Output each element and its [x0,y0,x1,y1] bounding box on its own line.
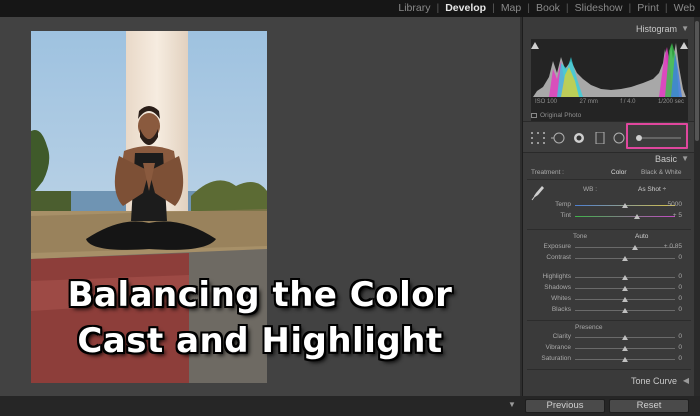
whites-value[interactable]: 0 [678,295,682,302]
whites-slider-handle[interactable] [622,297,628,302]
exposure-label: Exposure [543,243,571,250]
saturation-value[interactable]: 0 [678,355,682,362]
original-photo-toggle[interactable]: Original Photo [531,112,581,119]
wb-preset-select[interactable]: As Shot ÷ [638,186,666,193]
module-picker: Library | Develop | Map | Book | Slideshow | … [397,2,696,14]
shadows-slider-handle[interactable] [622,286,628,291]
tint-slider-track[interactable] [575,216,675,217]
module-develop[interactable]: Develop [444,2,487,14]
tint-value[interactable]: + 5 [673,212,682,219]
module-map[interactable]: Map [500,2,522,14]
exposure-slider-handle[interactable] [632,245,638,250]
auto-tone-button[interactable]: Auto [635,233,648,240]
treatment-label: Treatment : [531,169,564,176]
clarity-value[interactable]: 0 [678,333,682,340]
module-print[interactable]: Print [636,2,660,14]
histogram-header[interactable]: Histogram ▼ [523,21,695,37]
basic-title: Basic [654,154,677,164]
blacks-slider-handle[interactable] [622,308,628,313]
presence-label: Presence [575,324,603,331]
section-divider [527,369,691,370]
histogram-graph [531,42,688,97]
tint-label: Tint [560,212,571,219]
filmstrip-toggle-icon[interactable]: ▼ [508,400,516,409]
vibrance-value[interactable]: 0 [678,344,682,351]
module-book[interactable]: Book [535,2,561,14]
shadows-label: Shadows [544,284,571,291]
collapse-triangle-icon[interactable]: ▼ [681,24,689,33]
overlay-title: Balancing the Color Cast and Highlight [20,272,500,364]
highlights-slider-handle[interactable] [622,275,628,280]
exif-focal: 27 mm [579,99,598,105]
white-balance-eyedropper-icon[interactable] [531,185,545,201]
overlay-title-line1: Balancing the Color [67,275,453,315]
radial-filter-icon[interactable] [613,132,625,144]
highlights-label: Highlights [542,273,571,280]
original-photo-label: Original Photo [540,112,582,119]
exif-iso: ISO 100 [535,99,558,105]
overlay-title-line2: Cast and Highlight [77,321,443,361]
bottom-toolbar: ▼ Previous Reset [0,396,700,416]
vibrance-label: Vibrance [545,344,571,351]
module-slideshow[interactable]: Slideshow [574,2,624,14]
blacks-value[interactable]: 0 [678,306,682,313]
original-photo-checkbox[interactable] [531,113,537,118]
clarity-label: Clarity [552,333,571,340]
treatment-bw-option[interactable]: Black & White [641,169,681,176]
red-eye-icon[interactable] [573,132,585,144]
section-divider [527,229,691,230]
contrast-value[interactable]: 0 [678,254,682,261]
exposure-slider-track[interactable] [575,247,675,248]
module-library[interactable]: Library [397,2,431,14]
tone-curve-title: Tone Curve [630,376,677,386]
develop-right-panel: Histogram ▼ ISO 100 27 mm f / 4.0 1/200 … [522,17,695,396]
previous-button[interactable]: Previous [525,399,605,413]
contrast-label: Contrast [546,254,571,261]
module-picker-bar: Library | Develop | Map | Book | Slideshow | … [0,0,700,17]
exif-shutter: 1/200 sec [657,99,684,105]
highlights-value[interactable]: 0 [678,273,682,280]
whites-label: Whites [551,295,571,302]
exposure-value[interactable]: + 0.85 [664,243,682,250]
histogram [531,39,688,121]
scrollbar-thumb[interactable] [695,21,699,141]
contrast-slider-handle[interactable] [622,256,628,261]
clarity-slider-handle[interactable] [622,335,628,340]
reset-button[interactable]: Reset [609,399,689,413]
saturation-label: Saturation [541,355,571,362]
temp-label: Temp [555,201,571,208]
temp-value[interactable]: 5000 [668,201,682,208]
treatment-color-option[interactable]: Color [611,169,627,176]
collapse-triangle-icon[interactable]: ◀ [683,376,689,385]
exif-info: ISO 100 27 mm f / 4.0 1/200 sec [531,99,688,105]
module-web[interactable]: Web [673,2,696,14]
basic-header[interactable]: Basic ▼ [523,151,695,167]
vibrance-slider-handle[interactable] [622,346,628,351]
saturation-slider-handle[interactable] [622,357,628,362]
section-divider [527,179,691,180]
histogram-title: Histogram [635,24,677,34]
crop-overlay-icon[interactable] [531,132,545,144]
tone-curve-header[interactable]: Tone Curve ◀ [523,373,695,389]
section-divider [527,320,691,321]
panel-scrollbar[interactable] [694,17,700,396]
graduated-filter-icon[interactable] [595,132,605,144]
wb-label: WB : [583,186,598,193]
tint-slider-handle[interactable] [634,214,640,219]
shadows-value[interactable]: 0 [678,284,682,291]
blacks-label: Blacks [551,306,571,313]
tone-label: Tone [573,233,588,240]
collapse-triangle-icon[interactable]: ▼ [681,154,689,163]
temp-slider-handle[interactable] [622,203,628,208]
exif-aperture: f / 4.0 [620,99,636,105]
spot-removal-icon[interactable] [551,132,567,144]
highlight-box [626,123,688,149]
